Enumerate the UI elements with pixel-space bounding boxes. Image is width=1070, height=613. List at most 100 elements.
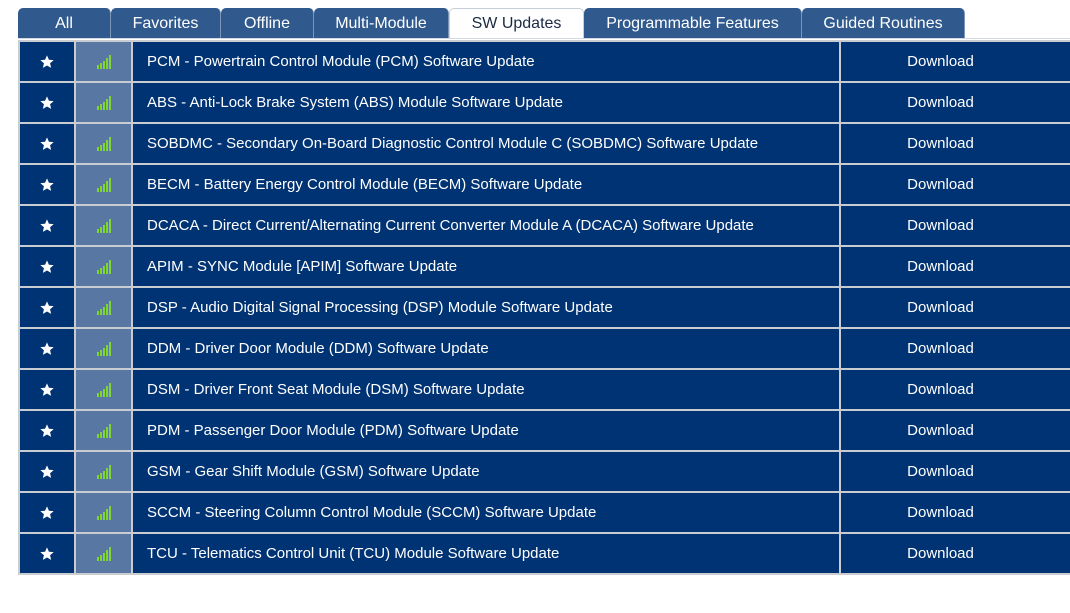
table-row: APIM - SYNC Module [APIM] Software Updat… — [20, 247, 1070, 286]
module-name[interactable]: TCU - Telematics Control Unit (TCU) Modu… — [133, 534, 839, 573]
signal-strength-icon — [96, 96, 111, 111]
signal-strength-icon — [96, 301, 111, 316]
signal-strength-icon — [96, 55, 111, 70]
tab-programmable-features[interactable]: Programmable Features — [584, 8, 802, 39]
signal-cell — [76, 165, 131, 204]
table-row: BECM - Battery Energy Control Module (BE… — [20, 165, 1070, 204]
favorite-cell[interactable] — [20, 165, 74, 204]
signal-strength-icon — [96, 342, 111, 357]
signal-strength-icon — [96, 383, 111, 398]
favorite-cell[interactable] — [20, 83, 74, 122]
signal-strength-icon — [96, 424, 111, 439]
tab-offline[interactable]: Offline — [221, 8, 314, 39]
favorite-cell[interactable] — [20, 288, 74, 327]
module-name[interactable]: SCCM - Steering Column Control Module (S… — [133, 493, 839, 532]
favorite-cell[interactable] — [20, 370, 74, 409]
signal-cell — [76, 206, 131, 245]
download-button[interactable]: Download — [841, 124, 1070, 163]
favorite-cell[interactable] — [20, 411, 74, 450]
star-icon[interactable] — [39, 218, 55, 234]
signal-cell — [76, 329, 131, 368]
signal-cell — [76, 288, 131, 327]
signal-strength-icon — [96, 465, 111, 480]
table-row: PDM - Passenger Door Module (PDM) Softwa… — [20, 411, 1070, 450]
download-button[interactable]: Download — [841, 165, 1070, 204]
favorite-cell[interactable] — [20, 452, 74, 491]
signal-cell — [76, 42, 131, 81]
download-button[interactable]: Download — [841, 534, 1070, 573]
table-row: PCM - Powertrain Control Module (PCM) So… — [20, 42, 1070, 81]
signal-cell — [76, 493, 131, 532]
signal-strength-icon — [96, 137, 111, 152]
signal-strength-icon — [96, 506, 111, 521]
download-button[interactable]: Download — [841, 411, 1070, 450]
download-button[interactable]: Download — [841, 452, 1070, 491]
table-row: GSM - Gear Shift Module (GSM) Software U… — [20, 452, 1070, 491]
star-icon[interactable] — [39, 136, 55, 152]
star-icon[interactable] — [39, 464, 55, 480]
table-row: TCU - Telematics Control Unit (TCU) Modu… — [20, 534, 1070, 573]
star-icon[interactable] — [39, 341, 55, 357]
favorite-cell[interactable] — [20, 493, 74, 532]
star-icon[interactable] — [39, 505, 55, 521]
favorite-cell[interactable] — [20, 329, 74, 368]
module-name[interactable]: GSM - Gear Shift Module (GSM) Software U… — [133, 452, 839, 491]
sw-updates-table: PCM - Powertrain Control Module (PCM) So… — [18, 40, 1070, 575]
signal-cell — [76, 124, 131, 163]
download-button[interactable]: Download — [841, 288, 1070, 327]
download-button[interactable]: Download — [841, 493, 1070, 532]
download-button[interactable]: Download — [841, 42, 1070, 81]
favorite-cell[interactable] — [20, 247, 74, 286]
module-name[interactable]: PDM - Passenger Door Module (PDM) Softwa… — [133, 411, 839, 450]
signal-cell — [76, 411, 131, 450]
module-name[interactable]: ABS - Anti-Lock Brake System (ABS) Modul… — [133, 83, 839, 122]
download-button[interactable]: Download — [841, 247, 1070, 286]
download-button[interactable]: Download — [841, 83, 1070, 122]
favorite-cell[interactable] — [20, 124, 74, 163]
module-name[interactable]: DSM - Driver Front Seat Module (DSM) Sof… — [133, 370, 839, 409]
signal-strength-icon — [96, 219, 111, 234]
module-name[interactable]: SOBDMC - Secondary On-Board Diagnostic C… — [133, 124, 839, 163]
tab-divider — [18, 38, 1070, 39]
signal-strength-icon — [96, 178, 111, 193]
table-row: DSP - Audio Digital Signal Processing (D… — [20, 288, 1070, 327]
star-icon[interactable] — [39, 300, 55, 316]
module-name[interactable]: PCM - Powertrain Control Module (PCM) So… — [133, 42, 839, 81]
star-icon[interactable] — [39, 54, 55, 70]
signal-cell — [76, 247, 131, 286]
tab-multi-module[interactable]: Multi-Module — [314, 8, 449, 39]
tab-favorites[interactable]: Favorites — [111, 8, 221, 39]
table-row: SOBDMC - Secondary On-Board Diagnostic C… — [20, 124, 1070, 163]
favorite-cell[interactable] — [20, 534, 74, 573]
module-name[interactable]: DDM - Driver Door Module (DDM) Software … — [133, 329, 839, 368]
star-icon[interactable] — [39, 177, 55, 193]
table-row: ABS - Anti-Lock Brake System (ABS) Modul… — [20, 83, 1070, 122]
signal-cell — [76, 534, 131, 573]
star-icon[interactable] — [39, 382, 55, 398]
module-name[interactable]: DCACA - Direct Current/Alternating Curre… — [133, 206, 839, 245]
star-icon[interactable] — [39, 546, 55, 562]
module-name[interactable]: APIM - SYNC Module [APIM] Software Updat… — [133, 247, 839, 286]
signal-strength-icon — [96, 547, 111, 562]
table-row: DSM - Driver Front Seat Module (DSM) Sof… — [20, 370, 1070, 409]
download-button[interactable]: Download — [841, 329, 1070, 368]
tab-guided-routines[interactable]: Guided Routines — [802, 8, 965, 39]
favorite-cell[interactable] — [20, 206, 74, 245]
table-row: DDM - Driver Door Module (DDM) Software … — [20, 329, 1070, 368]
download-button[interactable]: Download — [841, 370, 1070, 409]
signal-cell — [76, 83, 131, 122]
star-icon[interactable] — [39, 259, 55, 275]
signal-cell — [76, 452, 131, 491]
module-name[interactable]: BECM - Battery Energy Control Module (BE… — [133, 165, 839, 204]
favorite-cell[interactable] — [20, 42, 74, 81]
tab-all[interactable]: All — [18, 8, 111, 39]
download-button[interactable]: Download — [841, 206, 1070, 245]
signal-cell — [76, 370, 131, 409]
signal-strength-icon — [96, 260, 111, 275]
tab-bar: All Favorites Offline Multi-Module SW Up… — [18, 8, 965, 39]
table-row: SCCM - Steering Column Control Module (S… — [20, 493, 1070, 532]
tab-sw-updates[interactable]: SW Updates — [449, 8, 584, 39]
module-name[interactable]: DSP - Audio Digital Signal Processing (D… — [133, 288, 839, 327]
star-icon[interactable] — [39, 95, 55, 111]
star-icon[interactable] — [39, 423, 55, 439]
